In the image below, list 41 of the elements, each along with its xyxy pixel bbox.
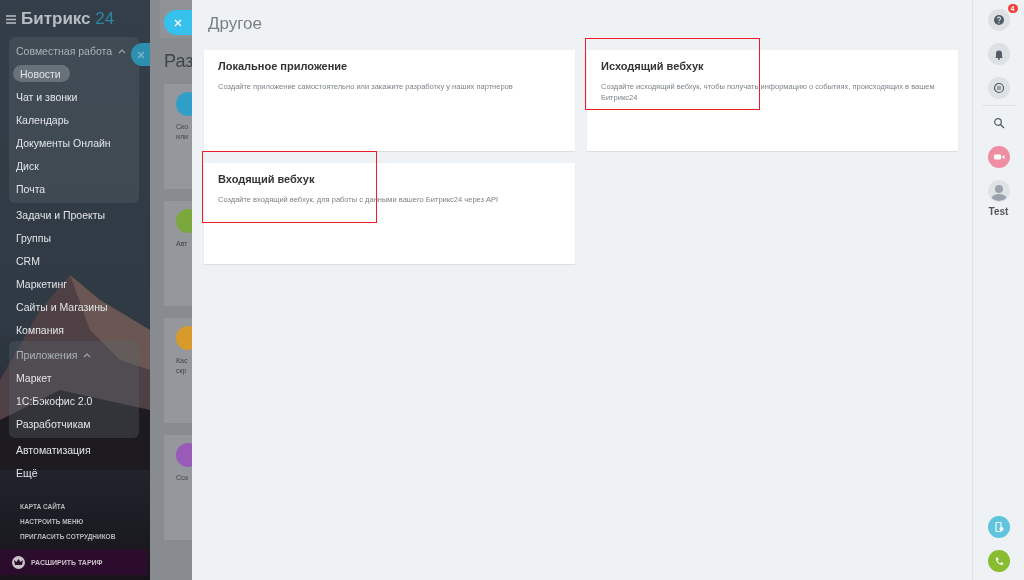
menu-icon xyxy=(6,14,16,24)
video-call-button[interactable] xyxy=(987,146,1010,168)
card-title: Исходящий вебхук xyxy=(601,60,705,72)
menu-item[interactable]: Разработчикам xyxy=(9,412,100,435)
notifications-button[interactable] xyxy=(987,43,1010,65)
user-name: Test xyxy=(988,206,1009,217)
menu-item[interactable]: Маркет xyxy=(9,366,61,389)
chat-icon xyxy=(992,82,1005,94)
phone-cloud-icon xyxy=(992,521,1005,533)
menu-item[interactable]: Ещё xyxy=(9,461,47,484)
close-icon xyxy=(174,18,182,27)
chat-button[interactable] xyxy=(987,77,1010,99)
menu-item[interactable]: CRM xyxy=(9,249,49,272)
menu-item[interactable]: Группы xyxy=(9,226,60,249)
menu-item[interactable]: Документы Онлайн xyxy=(9,131,120,154)
panel-title: Другое xyxy=(208,14,263,34)
menu-item[interactable]: Почта xyxy=(9,177,55,200)
menu-item[interactable]: Маркетинг xyxy=(9,272,77,295)
card-title: Входящий вебхук xyxy=(218,173,316,185)
menu-item[interactable]: 1С:Бэкофис 2.0 xyxy=(9,389,102,412)
question-icon xyxy=(992,14,1005,26)
close-icon xyxy=(136,50,145,59)
search-icon xyxy=(992,117,1005,129)
logo: Битрикс 24 xyxy=(21,9,115,29)
menu-item[interactable]: Сайты и Магазины xyxy=(9,295,117,318)
menu-item[interactable]: Компания xyxy=(9,318,74,341)
caret-icon xyxy=(83,351,92,358)
menu-item[interactable]: Задачи и Проекты xyxy=(9,203,115,226)
caret-icon xyxy=(118,47,127,54)
menu-group-header[interactable]: Совместная работа xyxy=(9,39,127,62)
page-title: Раз xyxy=(164,51,192,72)
menu-item[interactable]: Календарь xyxy=(9,108,78,131)
help-button[interactable] xyxy=(987,9,1010,31)
menu-item[interactable]: Автоматизация xyxy=(9,438,100,461)
card-title: Локальное приложение xyxy=(218,60,349,72)
menu-item[interactable]: Новости xyxy=(13,65,70,82)
menu-item[interactable]: Чат и звонки xyxy=(9,85,87,108)
menu-item[interactable]: Диск xyxy=(9,154,48,177)
menu-group-header[interactable]: Приложения xyxy=(9,343,92,366)
crown-icon xyxy=(12,555,25,569)
avatar-icon[interactable] xyxy=(987,180,1010,202)
